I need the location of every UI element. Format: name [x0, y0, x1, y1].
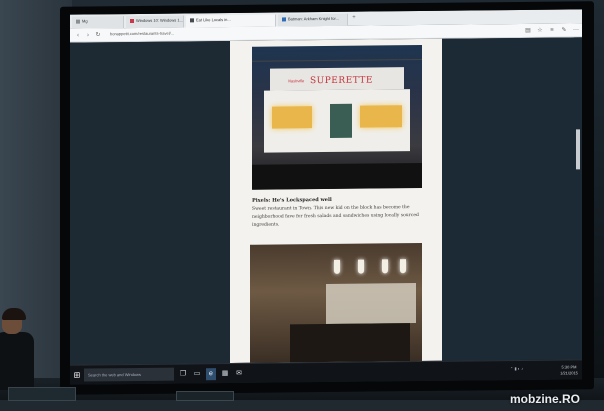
edge-browser-icon[interactable]: e [206, 368, 216, 381]
tab-label: Mg [82, 18, 88, 24]
power-line [252, 58, 422, 62]
pendant-lamp [382, 259, 388, 274]
caption-body: Sweet restaurant in Town. This new kid o… [252, 205, 419, 228]
system-tray[interactable]: ⌃ ▮ ◐ ♪ [510, 366, 523, 371]
tab-favicon-icon [76, 19, 80, 24]
desk-device [176, 391, 234, 401]
task-view-icon[interactable]: ❐ [178, 368, 188, 380]
mail-icon[interactable]: ✉ [234, 368, 244, 380]
superette-photo[interactable]: Nashville SUPERETTE [252, 44, 422, 190]
tab-favicon-icon [282, 17, 286, 22]
tab-windows-10[interactable]: Windows 10: Windows 1... [126, 15, 184, 29]
tab-batman[interactable]: Batman: Arkham Knight for... [278, 13, 348, 27]
restaurant-interior-photo[interactable] [250, 242, 422, 363]
diners [290, 323, 410, 363]
bar-shelf [326, 283, 416, 324]
street [252, 162, 422, 190]
taskbar-clock[interactable]: 5:30 PM 1/21/2015 [558, 364, 580, 376]
file-explorer-icon[interactable]: ▭ [192, 368, 202, 380]
more-actions-icon[interactable]: ⋯ [572, 26, 580, 34]
tab-blank[interactable]: Mg [72, 16, 124, 29]
sign-script-text: Nashville [288, 78, 305, 84]
pendant-lamp [358, 259, 364, 274]
site-watermark: mobzine.RO [510, 392, 581, 406]
building-facade [264, 89, 410, 153]
projected-screen: Mg Windows 10: Windows 1... Eat Like Loc… [70, 9, 582, 385]
building-sign-band: Nashville SUPERETTE [270, 67, 404, 91]
presenter [0, 308, 40, 390]
url-path: /restaurants-travel/... [137, 30, 175, 36]
search-placeholder: Search the web and Windows [88, 371, 141, 378]
web-note-icon[interactable]: ✎ [560, 26, 568, 34]
page-scrollbar-track[interactable] [574, 37, 582, 360]
forward-icon[interactable]: › [84, 31, 92, 39]
lit-window [272, 106, 312, 129]
start-button-windows-icon[interactable]: ⊞ [72, 370, 82, 382]
tab-favicon-icon [130, 18, 134, 23]
tab-label: Batman: Arkham Knight for... [288, 15, 339, 22]
refresh-icon[interactable]: ↻ [94, 31, 102, 39]
tab-favicon-icon [190, 18, 194, 23]
url-text: bonappetit.com [110, 30, 138, 37]
url-field[interactable]: bonappetit.com/restaurants-travel/... [110, 31, 174, 37]
pendant-lamp [400, 259, 406, 274]
tab-label: Eat Like Locals in... [196, 16, 231, 23]
new-tab-icon[interactable]: + [350, 14, 358, 22]
presenter-head [2, 308, 26, 334]
back-icon[interactable]: ‹ [74, 32, 82, 40]
presenter-body [0, 332, 34, 390]
web-page: Nashville SUPERETTE Pixels: He's Lockspa… [70, 37, 582, 365]
caption-title: Pixels: He's Lockspaced well [252, 196, 332, 204]
page-left-margin [70, 41, 230, 365]
sign-main-text: SUPERETTE [310, 75, 373, 87]
clock-date: 1/21/2015 [560, 370, 578, 376]
favorites-star-icon[interactable]: ☆ [536, 27, 544, 35]
lit-window [360, 105, 402, 128]
page-right-margin [442, 37, 582, 361]
reading-view-icon[interactable]: ▤ [524, 27, 532, 35]
taskbar-search-input[interactable]: Search the web and Windows [84, 367, 174, 382]
hub-icon[interactable]: ≡ [548, 27, 556, 35]
store-icon[interactable]: ▦ [220, 368, 230, 380]
article-column: Nashville SUPERETTE Pixels: He's Lockspa… [230, 38, 442, 364]
pendant-lamp [334, 259, 340, 274]
podium-monitor [8, 387, 76, 401]
tab-label: Windows 10: Windows 1... [136, 17, 183, 23]
page-scrollbar-thumb[interactable] [576, 129, 580, 170]
presenter-hair [2, 308, 26, 320]
tab-eat-like-locals[interactable]: Eat Like Locals in... [186, 14, 276, 28]
storefront-door [330, 103, 352, 138]
